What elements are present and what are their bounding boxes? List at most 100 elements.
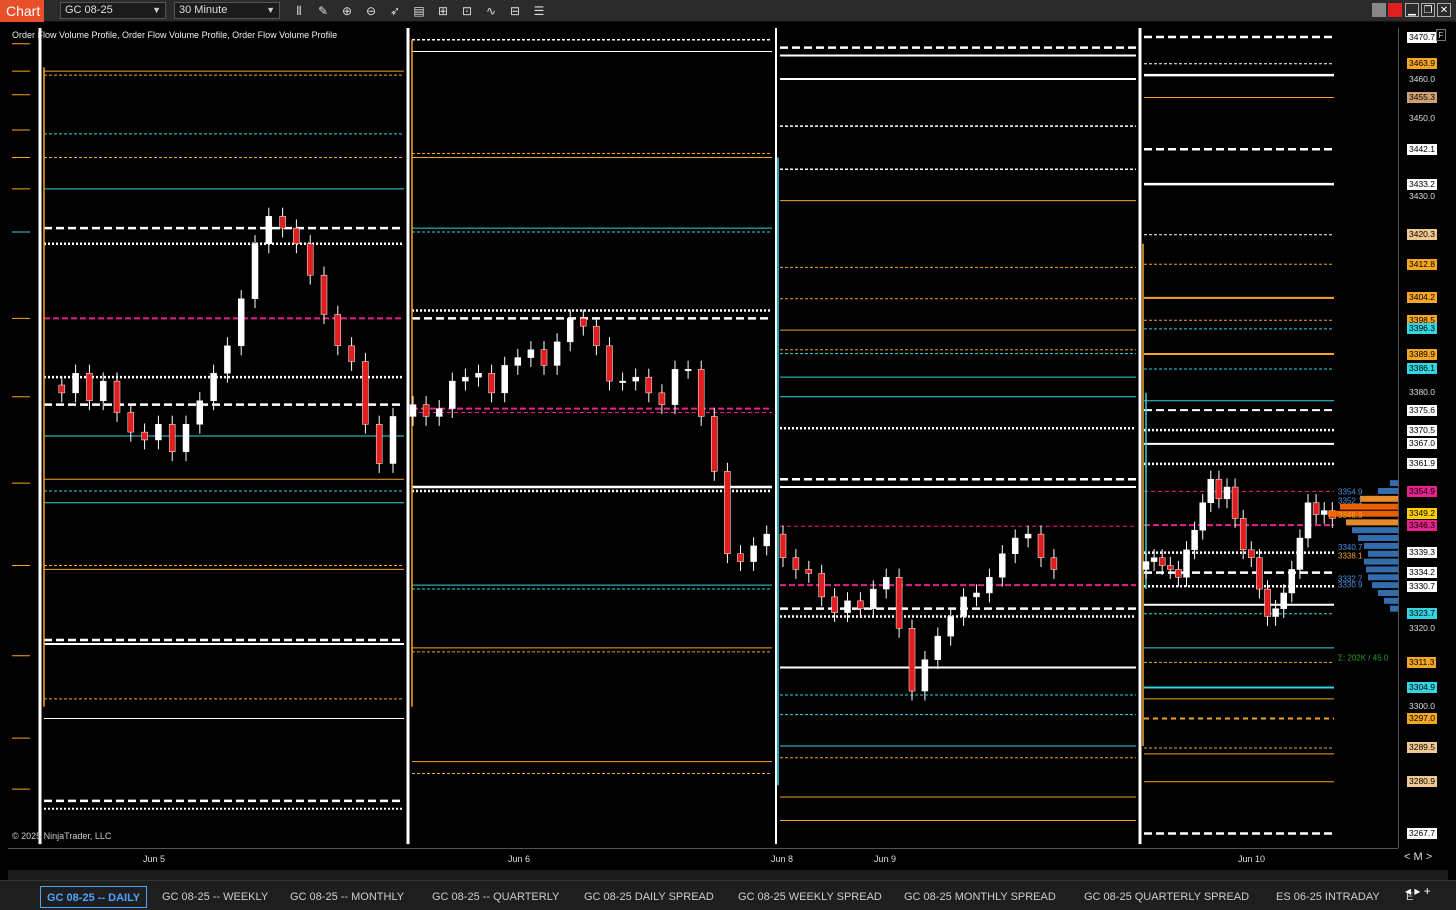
- candle-body: [1215, 478, 1223, 500]
- candle-body: [306, 243, 314, 276]
- candle-body: [895, 577, 903, 629]
- candle-body: [1175, 569, 1182, 578]
- candle-body: [375, 424, 383, 464]
- minimize-icon[interactable]: ▁: [1405, 3, 1419, 17]
- candle-body: [934, 635, 942, 660]
- price-label: 3297.0: [1407, 713, 1437, 725]
- candle-body: [196, 400, 204, 425]
- axis-scale-control[interactable]: < M >: [1404, 851, 1432, 863]
- indicators-icon[interactable]: ∿: [482, 2, 500, 20]
- price-label: 3304.9: [1407, 682, 1437, 694]
- candle-body: [763, 533, 770, 547]
- price-label: 3330.7: [1407, 580, 1437, 592]
- price-label: 3375.6: [1407, 404, 1437, 416]
- workspace-tab[interactable]: GC 08-25 -- QUARTERLY: [426, 886, 565, 908]
- candle-body: [580, 318, 587, 327]
- volume-profile-bar: [1378, 589, 1398, 596]
- price-label: 3404.2: [1407, 292, 1437, 304]
- chevron-down-icon: ▼: [152, 5, 161, 15]
- candle-body: [409, 404, 417, 417]
- list-icon[interactable]: ☰: [530, 2, 548, 20]
- candle-body: [237, 298, 245, 347]
- workspace-tab[interactable]: GC 08-25 WEEKLY SPREAD: [732, 886, 888, 908]
- candle-body: [348, 345, 355, 362]
- price-label: 3367.0: [1407, 438, 1437, 450]
- workspace-tab[interactable]: GC 08-25 MONTHLY SPREAD: [898, 886, 1062, 908]
- properties-icon[interactable]: ⊟: [506, 2, 524, 20]
- price-label: 3450.0: [1409, 112, 1435, 123]
- chart-window: Chart GC 08-25 ▼ 30 Minute ▼ ⫴ ✎ ⊕ ⊖ ➶ ▤ ⊞ ⊡ ∿ ⊟ ☰…: [0, 0, 1456, 910]
- instrument-selector[interactable]: GC 08-25 ▼: [60, 2, 166, 19]
- profile-value-label: 3354.9: [1338, 487, 1363, 496]
- candle-body: [606, 345, 613, 382]
- price-chart[interactable]: 3354.93352.13348.93340.73338.13332.73330…: [8, 28, 1398, 848]
- candle-body: [645, 376, 653, 394]
- strategies-icon[interactable]: ⊡: [458, 2, 476, 20]
- price-label: 3463.9: [1407, 58, 1437, 70]
- candle-body: [857, 600, 864, 609]
- candle-body: [320, 274, 328, 315]
- candle-body: [462, 376, 469, 382]
- bar-type-icon[interactable]: ⫴: [290, 2, 308, 20]
- tab-nav-control[interactable]: ◂ ▸ +: [1405, 884, 1431, 898]
- candle-body: [1207, 478, 1215, 503]
- volume-profile-bar: [1390, 605, 1398, 612]
- candle-body: [1011, 537, 1019, 554]
- chevron-down-icon: ▼: [266, 5, 275, 15]
- candle-body: [921, 659, 929, 692]
- volume-profile-bar: [1390, 480, 1398, 487]
- time-axis[interactable]: Jun 5 Jun 6 Jun 8 Jun 9 Jun 10: [8, 848, 1398, 868]
- interval-selector[interactable]: 30 Minute ▼: [174, 2, 280, 19]
- price-label: 3370.5: [1407, 424, 1437, 436]
- profile-value-label: 3352.1: [1338, 496, 1363, 505]
- candle-body: [435, 408, 443, 417]
- price-label: 3380.0: [1409, 387, 1435, 398]
- data-box-icon[interactable]: ▤: [410, 2, 428, 20]
- workspace-tab[interactable]: GC 08-25 -- WEEKLY: [156, 886, 274, 908]
- chart-scrollbar[interactable]: [8, 870, 1448, 880]
- workspace-tab[interactable]: GC 08-25 DAILY SPREAD: [578, 886, 720, 908]
- zoom-out-icon[interactable]: ⊖: [362, 2, 380, 20]
- copyright-text: © 2025 NinjaTrader, LLC: [12, 831, 112, 841]
- candle-body: [475, 373, 482, 378]
- draw-icon[interactable]: ✎: [314, 2, 332, 20]
- candle-body: [1024, 533, 1032, 539]
- volume-profile-bar: [1372, 582, 1398, 589]
- candle-body: [540, 349, 548, 366]
- workspace-tab[interactable]: GC 08-25 -- MONTHLY: [284, 886, 410, 908]
- close-icon[interactable]: ✕: [1437, 3, 1451, 17]
- candle-body: [1150, 557, 1158, 562]
- volume-profile-bar: [1360, 495, 1398, 502]
- candle-body: [279, 216, 286, 229]
- restore-icon[interactable]: [1372, 3, 1386, 17]
- workspace-tab[interactable]: GC 08-25 QUARTERLY SPREAD: [1078, 886, 1255, 908]
- zoom-in-icon[interactable]: ⊕: [338, 2, 356, 20]
- chart-tab[interactable]: Chart: [0, 0, 44, 22]
- maximize-icon[interactable]: ❐: [1421, 3, 1435, 17]
- pointer-icon[interactable]: ➶: [386, 2, 404, 20]
- volume-profile-bar: [1384, 597, 1398, 604]
- price-axis[interactable]: 3470.7 3463.9 3460.0 3455.3 3450.0 3442.1 3433…: [1398, 28, 1456, 848]
- workspace-tab[interactable]: ES 06-25 INTRADAY: [1270, 886, 1386, 908]
- candle-body: [632, 376, 639, 382]
- workspace-tab[interactable]: GC 08-25 -- DAILY: [40, 886, 148, 908]
- candle-body: [141, 431, 148, 441]
- alert-icon[interactable]: [1388, 3, 1402, 17]
- profile-value-label: 3330.9: [1338, 580, 1363, 589]
- candle-body: [671, 369, 679, 405]
- study-title: Order Flow Volume Profile, Order Flow Vo…: [12, 30, 338, 40]
- time-label: Jun 6: [508, 854, 531, 864]
- candle-body: [168, 424, 176, 452]
- candle-body: [1239, 518, 1247, 551]
- candle-body: [724, 471, 731, 554]
- candle-body: [1050, 557, 1058, 570]
- price-label: 3386.1: [1407, 363, 1437, 375]
- f-badge[interactable]: F: [1436, 29, 1446, 41]
- templates-icon[interactable]: ⊞: [434, 2, 452, 20]
- price-label: 3389.9: [1407, 348, 1437, 360]
- candle-body: [1037, 533, 1045, 558]
- toolbar: Chart GC 08-25 ▼ 30 Minute ▼ ⫴ ✎ ⊕ ⊖ ➶ ▤ ⊞ ⊡ ∿ ⊟ ☰…: [0, 0, 1456, 22]
- candle-body: [947, 616, 954, 637]
- candle-body: [99, 380, 107, 401]
- candle-body: [514, 357, 522, 366]
